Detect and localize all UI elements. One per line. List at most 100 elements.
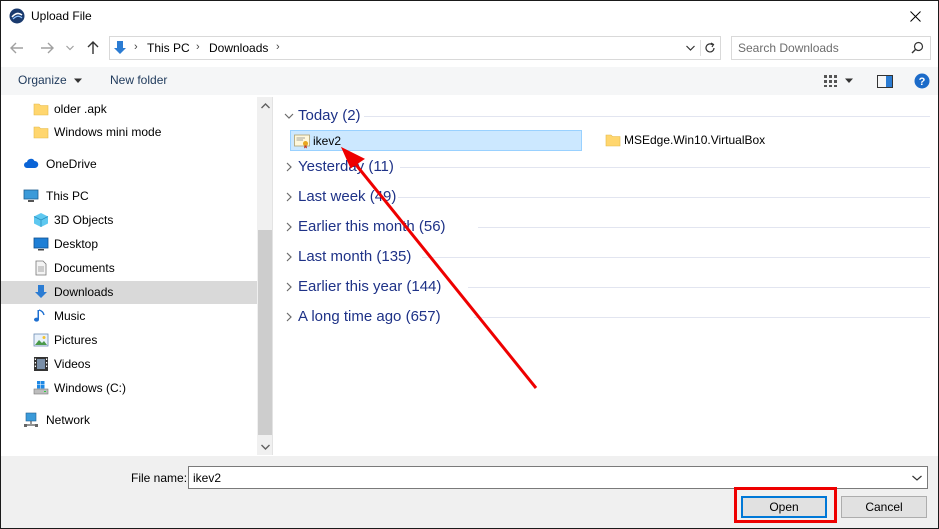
- preview-pane-icon: [877, 74, 893, 88]
- group-header-today[interactable]: Today (2): [282, 105, 362, 127]
- nav-scrollbar[interactable]: [257, 97, 272, 455]
- svg-text:?: ?: [919, 76, 926, 88]
- back-button[interactable]: [7, 38, 27, 58]
- preview-pane-button[interactable]: [874, 71, 896, 91]
- arrow-up-icon: [87, 41, 99, 54]
- nav-item-label: Desktop: [54, 237, 99, 251]
- film-icon: [34, 357, 48, 371]
- up-button[interactable]: [83, 38, 103, 58]
- group-header-earlier-this-year[interactable]: Earlier this year (144): [282, 276, 462, 298]
- organize-label: Organize: [18, 73, 67, 87]
- file-name-input[interactable]: [193, 470, 893, 486]
- document-icon: [35, 260, 47, 276]
- folder-icon: [33, 103, 49, 116]
- file-name-dropdown-button[interactable]: [910, 471, 924, 485]
- nav-item-older-apk[interactable]: older .apk: [1, 98, 257, 121]
- group-label: Yesterday (11): [298, 158, 394, 175]
- group-divider: [474, 317, 930, 318]
- breadcrumb-downloads[interactable]: Downloads: [209, 41, 268, 55]
- group-header-last-week[interactable]: Last week (49): [282, 186, 412, 208]
- group-header-last-month[interactable]: Last month (135): [282, 246, 432, 268]
- help-button[interactable]: ?: [911, 71, 933, 91]
- search-box[interactable]: [731, 36, 931, 60]
- chevron-right-icon: [286, 312, 292, 322]
- folder-icon: [605, 134, 621, 147]
- group-header-a-long-time-ago[interactable]: A long time ago (657): [282, 306, 462, 328]
- group-label: Last month (135): [298, 248, 412, 265]
- breadcrumb-this-pc[interactable]: This PC: [147, 41, 190, 55]
- nav-item-videos[interactable]: Videos: [1, 353, 257, 376]
- change-view-button[interactable]: [821, 71, 855, 91]
- cancel-button[interactable]: Cancel: [841, 496, 927, 518]
- nav-item-music[interactable]: Music: [1, 305, 257, 328]
- command-bar: Organize New folder ?: [1, 67, 938, 95]
- computer-icon: [23, 189, 39, 202]
- chevron-right-icon: [286, 252, 292, 262]
- close-button[interactable]: [893, 1, 938, 31]
- file-name-label: File name:: [131, 471, 188, 485]
- file-item-ikev2[interactable]: ikev2: [290, 130, 582, 151]
- chevron-right-icon: [286, 162, 292, 172]
- nav-item-onedrive[interactable]: OneDrive: [1, 153, 257, 176]
- folder-icon: [33, 126, 49, 139]
- address-bar[interactable]: › This PC › Downloads ›: [109, 36, 721, 60]
- nav-item-downloads[interactable]: Downloads: [1, 281, 257, 304]
- recent-locations-button[interactable]: [63, 38, 77, 58]
- group-label: Last week (49): [298, 188, 397, 205]
- chevron-right-icon: [286, 282, 292, 292]
- nav-item-label: OneDrive: [46, 157, 97, 171]
- scroll-down-button[interactable]: [257, 438, 272, 455]
- group-divider: [478, 227, 930, 228]
- nav-item-3d-objects[interactable]: 3D Objects: [1, 209, 257, 232]
- chevron-down-icon: [74, 78, 83, 83]
- scrollbar-thumb[interactable]: [258, 230, 272, 435]
- nav-item-windows-c[interactable]: Windows (C:): [1, 377, 257, 400]
- address-dropdown-button[interactable]: [682, 40, 698, 56]
- open-button[interactable]: Open: [741, 496, 827, 518]
- close-icon: [910, 10, 921, 22]
- nav-item-network[interactable]: Network: [1, 409, 257, 432]
- breadcrumb-separator: ›: [196, 41, 200, 53]
- window-title: Upload File: [31, 9, 92, 23]
- chevron-down-icon: [284, 113, 294, 119]
- nav-item-label: Downloads: [54, 285, 114, 299]
- drive-icon: [33, 381, 49, 395]
- nav-item-desktop[interactable]: Desktop: [1, 233, 257, 256]
- nav-item-label: Pictures: [54, 333, 98, 347]
- group-label: Earlier this year (144): [298, 278, 442, 295]
- new-folder-button[interactable]: New folder: [110, 73, 167, 87]
- scroll-up-button[interactable]: [257, 97, 272, 114]
- music-note-icon: [34, 309, 45, 322]
- upload-file-dialog: Upload File › This PC › Downloads › Sear…: [0, 0, 939, 529]
- network-icon: [24, 412, 38, 427]
- nav-item-pictures[interactable]: Pictures: [1, 329, 257, 352]
- forward-button[interactable]: [37, 38, 57, 58]
- group-label: Today (2): [298, 107, 361, 124]
- refresh-button[interactable]: [700, 40, 718, 56]
- nav-item-label: Windows mini mode: [54, 125, 162, 139]
- app-logo-icon: [9, 8, 25, 24]
- nav-item-this-pc[interactable]: This PC: [1, 185, 257, 208]
- cloud-icon: [24, 158, 39, 168]
- organize-button[interactable]: Organize: [18, 73, 83, 87]
- nav-item-windows-mini-mode[interactable]: Windows mini mode: [1, 121, 257, 144]
- file-name: MSEdge.Win10.VirtualBox: [624, 133, 766, 147]
- search-icon: [911, 41, 924, 54]
- nav-item-documents[interactable]: Documents: [1, 257, 257, 280]
- view-grid-icon: [824, 75, 837, 87]
- nav-item-label: Music: [54, 309, 86, 323]
- search-input[interactable]: [738, 40, 908, 56]
- nav-item-label: older .apk: [54, 102, 107, 116]
- file-item-msedge-virtualbox[interactable]: MSEdge.Win10.VirtualBox: [602, 130, 802, 151]
- certificate-file-icon: [294, 134, 310, 149]
- group-header-yesterday[interactable]: Yesterday (11): [282, 156, 412, 178]
- group-header-earlier-this-month[interactable]: Earlier this month (56): [282, 216, 472, 238]
- help-icon: ?: [914, 73, 930, 89]
- nav-item-label: Network: [46, 413, 91, 427]
- chevron-right-icon: [286, 192, 292, 202]
- arrow-right-icon: [41, 42, 54, 54]
- chevron-right-icon: [286, 222, 292, 232]
- nav-item-label: This PC: [46, 189, 89, 203]
- refresh-icon: [704, 42, 715, 53]
- file-name-combobox[interactable]: [188, 466, 928, 489]
